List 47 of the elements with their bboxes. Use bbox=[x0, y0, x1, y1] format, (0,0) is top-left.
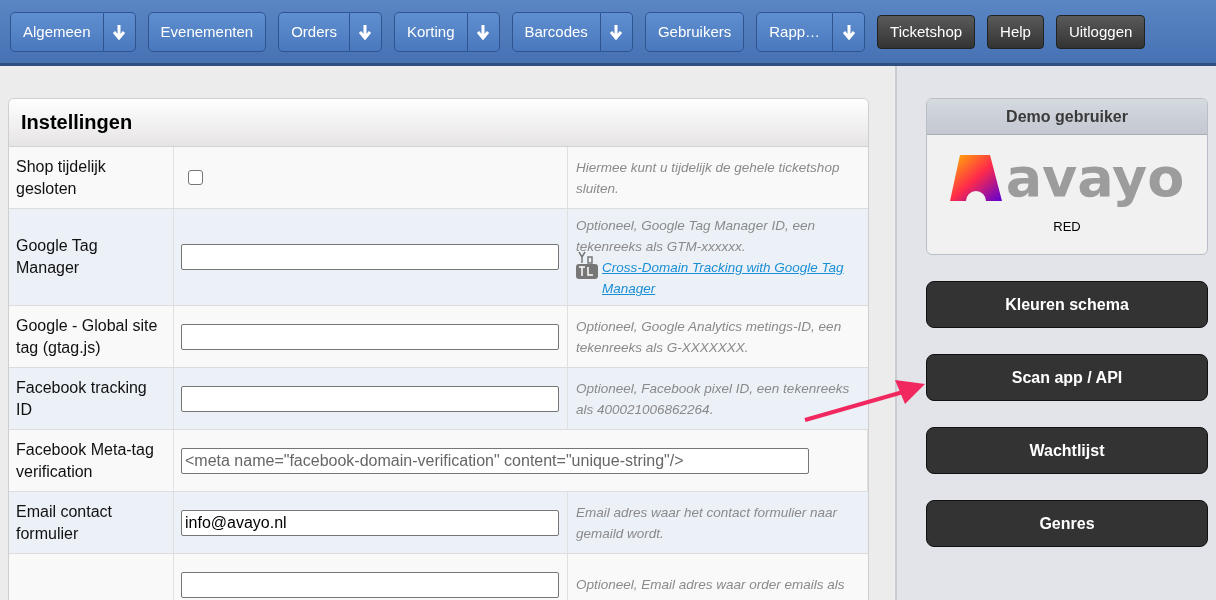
dropdown-button[interactable] bbox=[467, 11, 500, 52]
field-label: Email contact formulier bbox=[16, 501, 114, 544]
dropdown-button[interactable] bbox=[833, 11, 866, 52]
text-field[interactable]: info@avayo.nl bbox=[181, 509, 559, 536]
field-label: Facebook Meta-tag verification bbox=[16, 439, 155, 482]
hint-text: Optioneel, Facebook pixel ID, een tekenreeks als 400021006862264. bbox=[576, 379, 851, 419]
text-field[interactable]: <meta name="facebook-domain-verification" content="unique-string"/> bbox=[181, 447, 809, 474]
nav-button[interactable]: Ticketshop bbox=[877, 14, 976, 49]
text-field[interactable] bbox=[181, 385, 559, 412]
arrow-down-icon bbox=[609, 23, 624, 40]
text-field[interactable] bbox=[181, 323, 559, 350]
logo-icon bbox=[949, 155, 1002, 201]
hint-text: Optioneel, Google Tag Manager ID, een tekenreeks als GTM-xxxxxx. bbox=[576, 217, 816, 256]
sidebar-button[interactable]: Scan app / API bbox=[926, 354, 1208, 401]
text-field[interactable] bbox=[181, 571, 559, 598]
nav-button[interactable]: Rapp… bbox=[756, 11, 834, 52]
card-title: Demo gebruiker bbox=[927, 99, 1207, 135]
nav-button[interactable]: Korting bbox=[393, 11, 468, 52]
arrow-down-icon bbox=[841, 23, 856, 40]
sidebar-button[interactable]: Kleuren schema bbox=[926, 281, 1208, 328]
color-scheme-name: RED bbox=[1052, 219, 1082, 234]
nav-button[interactable]: Algemeen bbox=[10, 11, 104, 52]
field-label: Google Tag Manager bbox=[16, 236, 99, 278]
card-title: Instellingen bbox=[9, 99, 868, 147]
hint-text: Hiermee kunt u tijdelijk de gehele ticketshop sluiten. bbox=[576, 158, 841, 198]
nav-button[interactable]: Uitloggen bbox=[1055, 14, 1146, 49]
sidebar-button[interactable]: Genres bbox=[926, 500, 1208, 547]
arrow-down-icon bbox=[112, 23, 127, 40]
nav-button[interactable]: Evenementen bbox=[147, 11, 267, 52]
nav-button[interactable]: Gebruikers bbox=[644, 11, 745, 52]
hint-text: Optioneel, Google Analytics metings-ID, een tekenreeks als G-XXXXXXX. bbox=[576, 317, 843, 357]
field-label: Shop tijdelijk gesloten bbox=[16, 156, 107, 199]
dropdown-button[interactable] bbox=[349, 11, 382, 52]
sidebar-button[interactable]: Wachtlijst bbox=[926, 427, 1208, 474]
dropdown-button[interactable] bbox=[103, 11, 136, 52]
hint-text: Optioneel, Email adres waar order emails als bbox=[576, 576, 846, 594]
dropdown-button[interactable] bbox=[600, 11, 633, 52]
nav-button[interactable]: Barcodes bbox=[511, 11, 601, 52]
checkbox[interactable] bbox=[188, 170, 203, 185]
field-label: Facebook tracking ID bbox=[16, 377, 148, 420]
nav-button[interactable]: Orders bbox=[278, 11, 350, 52]
nav-button[interactable]: Help bbox=[987, 14, 1044, 49]
field-label: Google - Global site tag (gtag.js) bbox=[16, 315, 159, 358]
text-field[interactable] bbox=[181, 244, 559, 270]
hint-text: Email adres waar het contact formulier naar gemaild wordt. bbox=[576, 503, 839, 543]
arrow-down-icon bbox=[476, 23, 490, 40]
arrow-down-icon bbox=[358, 23, 373, 40]
